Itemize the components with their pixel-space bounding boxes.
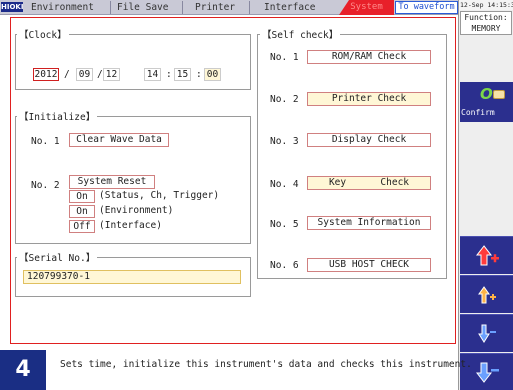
arrow-up-plus-small-icon [478,286,496,304]
system-reset-button[interactable]: System Reset [69,175,155,189]
time-sep-1: : [166,69,172,80]
clock-hour-field[interactable]: 14 [144,68,161,81]
selfcheck-no3-label: No. 3 [270,136,299,147]
self-check-title: 【Self check】 [260,27,341,41]
tab-bar: HIOKI Environment File Save Printer Inte… [0,0,458,15]
init-no1-label: No. 1 [31,136,60,147]
tab-file-save[interactable]: File Save [113,1,183,14]
cursor-up-button[interactable] [460,275,513,313]
clear-wave-data-button[interactable]: Clear Wave Data [69,133,169,147]
printer-check-button[interactable]: Printer Check [307,92,431,106]
system-settings-panel: 【Clock】 2012 / 09 / 12 14 : 15 : 00 【Ini… [10,17,456,344]
clock-year-field[interactable]: 2012 [33,68,59,81]
help-text: Sets time, initialize this instrument's … [60,359,472,370]
system-information-button[interactable]: System Information [307,216,431,230]
key-check-button[interactable]: Key Check [307,176,431,190]
initialize-title: 【Initialize】 [17,109,98,123]
reset-interface-desc: (Interface) [99,220,162,231]
confirm-button[interactable]: O Confirm [460,82,513,122]
step-number-badge: 4 [0,350,46,390]
tab-printer[interactable]: Printer [185,1,250,14]
time-sep-2: : [196,69,202,80]
hand-pointer-icon [493,90,505,99]
to-waveform-button[interactable]: To waveform [395,1,458,14]
display-check-button[interactable]: Display Check [307,133,431,147]
usb-host-check-button[interactable]: USB HOST CHECK [307,258,431,272]
serial-number-field: 120799370-1 [23,270,241,284]
reset-environment-toggle[interactable]: On [69,205,95,218]
serial-title: 【Serial No.】 [17,250,98,264]
arrow-up-plus-large-icon [476,245,499,266]
hioki-logo: HIOKI [1,2,24,12]
tab-environment[interactable]: Environment [27,1,111,14]
selfcheck-no5-label: No. 5 [270,219,299,230]
selfcheck-no1-label: No. 1 [270,52,299,63]
function-label: Function: [464,13,508,22]
rom-ram-check-button[interactable]: ROM/RAM Check [307,50,431,64]
tab-interface[interactable]: Interface [262,1,332,14]
arrow-down-minus-large-icon [476,362,499,383]
clock-second-field[interactable]: 00 [204,68,221,81]
reset-environment-desc: (Environment) [99,205,174,216]
cursor-up-fast-button[interactable] [460,236,513,274]
datetime-readout: 12-Sep 14:15:3 [459,0,513,10]
cursor-down-button[interactable] [460,314,513,352]
init-no2-label: No. 2 [31,180,60,191]
date-sep-2: / [97,69,103,80]
selfcheck-no4-label: No. 4 [270,179,299,190]
function-display: Function: MEMORY [460,11,512,35]
selfcheck-no6-label: No. 6 [270,260,299,271]
reset-status-toggle[interactable]: On [69,190,95,203]
arrow-down-minus-small-icon [478,324,496,343]
clock-minute-field[interactable]: 15 [174,68,191,81]
function-value: MEMORY [471,24,501,33]
clock-title: 【Clock】 [17,27,69,41]
clock-day-field[interactable]: 12 [103,68,120,81]
clock-group [15,34,251,90]
date-sep-1: / [64,69,70,80]
selfcheck-no2-label: No. 2 [270,94,299,105]
clock-month-field[interactable]: 09 [76,68,93,81]
reset-interface-toggle[interactable]: Off [69,220,95,233]
reset-status-desc: (Status, Ch, Trigger) [99,190,220,201]
self-check-group [257,34,447,279]
ok-icon: O [480,85,493,103]
confirm-label: Confirm [461,108,495,117]
tab-system[interactable]: System [339,0,394,15]
sidebar: 12-Sep 14:15:3 Function: MEMORY O Confir… [458,0,513,390]
